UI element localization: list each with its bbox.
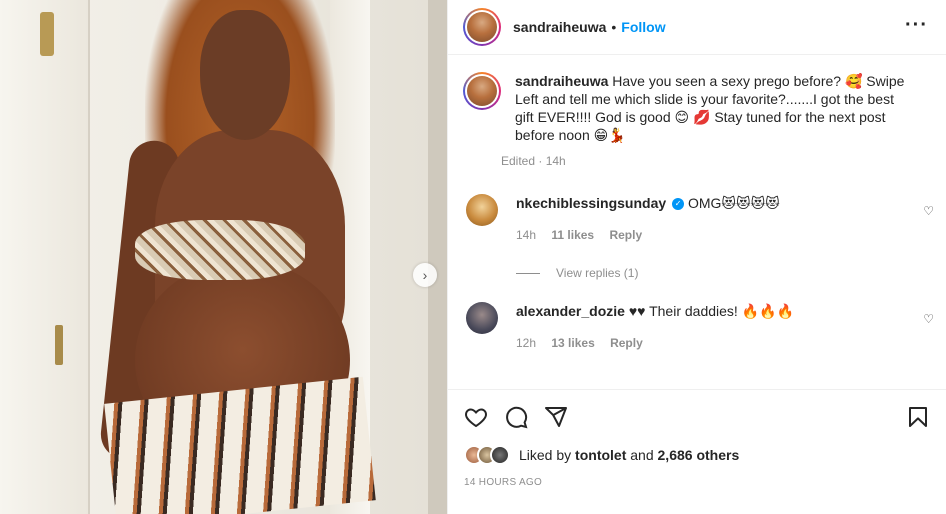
- photo-hinge-lower: [55, 325, 63, 365]
- comment-likes[interactable]: 13 likes: [551, 336, 594, 350]
- follow-button[interactable]: Follow: [621, 19, 665, 35]
- likes-prefix: Liked by: [519, 447, 572, 463]
- caption: sandraiheuwa Have you seen a sexy prego …: [463, 72, 936, 168]
- avatar[interactable]: [463, 8, 501, 46]
- replies-divider: [516, 272, 540, 274]
- heart-icon[interactable]: [464, 405, 488, 429]
- comment-text: ♥♥ Their daddies! 🔥🔥🔥: [628, 303, 794, 319]
- comment-icon[interactable]: [504, 405, 528, 429]
- comment-likes[interactable]: 11 likes: [551, 228, 594, 242]
- likes-others[interactable]: 2,686 others: [658, 447, 740, 463]
- avatar-image: [467, 12, 497, 42]
- photo-door: [0, 0, 90, 514]
- comment-item: alexander_dozie ♥♥ Their daddies! 🔥🔥🔥 12…: [463, 302, 936, 352]
- post-username[interactable]: sandraiheuwa: [513, 19, 606, 35]
- post-timestamp[interactable]: 14 HOURS AGO: [464, 477, 930, 488]
- comment-username[interactable]: nkechiblessingsunday: [516, 195, 666, 211]
- likes-summary: Liked by tontolet and 2,686 others: [464, 445, 930, 465]
- photo-right-wall: [428, 0, 447, 514]
- separator-dot: •: [611, 19, 617, 35]
- view-replies-label: View replies (1): [556, 266, 639, 280]
- comment-time: 14h: [516, 228, 537, 242]
- comment-like-heart-icon[interactable]: ♡: [923, 204, 934, 218]
- post-actions: Liked by tontolet and 2,686 others 14 HO…: [448, 389, 946, 514]
- view-replies-button[interactable]: View replies (1): [516, 266, 936, 280]
- reply-button[interactable]: Reply: [609, 228, 642, 242]
- comment-like-heart-icon[interactable]: ♡: [923, 312, 934, 326]
- photo-hinge: [40, 12, 54, 56]
- comment-text: OMG😻😻😻😻: [687, 195, 780, 211]
- liker-avatar: [490, 445, 510, 465]
- comment-username[interactable]: alexander_dozie: [516, 303, 625, 319]
- comment-avatar[interactable]: [466, 194, 498, 226]
- send-icon[interactable]: [544, 405, 568, 429]
- likes-middle: and: [630, 447, 654, 463]
- bookmark-icon[interactable]: [906, 405, 930, 429]
- comment-item: nkechiblessingsunday ✓ OMG😻😻😻😻 14h 11 li…: [463, 194, 936, 244]
- chevron-right-icon[interactable]: ›: [413, 263, 437, 287]
- caption-meta: Edited · 14h: [501, 154, 566, 168]
- photo-subject: [95, 0, 376, 514]
- reply-button[interactable]: Reply: [610, 336, 643, 350]
- post-sidebar: sandraiheuwa • Follow ··· sandraiheuwa H…: [447, 0, 946, 514]
- subject-face: [200, 10, 290, 140]
- comment-avatar[interactable]: [466, 302, 498, 334]
- liked-by-user[interactable]: tontolet: [575, 447, 626, 463]
- verified-badge-icon: ✓: [672, 198, 685, 211]
- post-photo[interactable]: ›: [0, 0, 447, 514]
- comment-time: 12h: [516, 336, 537, 350]
- more-horizontal-icon[interactable]: ···: [905, 14, 928, 37]
- caption-avatar[interactable]: [463, 72, 501, 110]
- post-header: sandraiheuwa • Follow ···: [448, 0, 946, 55]
- subject-top: [135, 220, 305, 280]
- action-icons: [464, 404, 930, 430]
- caption-username[interactable]: sandraiheuwa: [515, 73, 608, 89]
- comments-section: sandraiheuwa Have you seen a sexy prego …: [463, 72, 936, 352]
